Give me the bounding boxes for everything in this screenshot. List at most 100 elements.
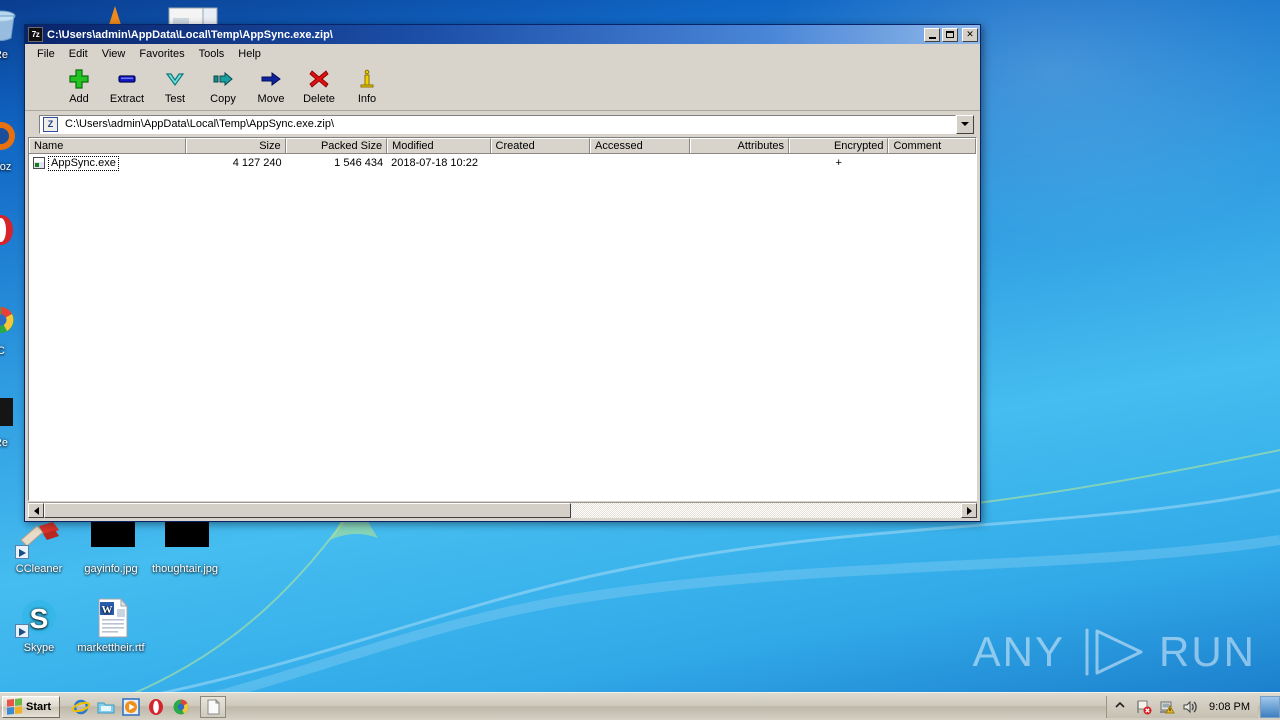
shortcut-overlay-icon [15,624,29,638]
info-icon [343,66,391,92]
address-text: C:\Users\admin\AppData\Local\Temp\AppSyn… [65,118,335,130]
rtf-file-icon: W [87,597,135,639]
adobe-reader-icon [0,392,25,434]
address-input[interactable]: Z C:\Users\admin\AppData\Local\Temp\AppS… [39,114,956,134]
toolbar-button-info[interactable]: Info [343,66,391,105]
desktop-icon-gayinfo-jpg[interactable]: gayinfo.jpg [74,518,148,575]
address-dropdown-button[interactable] [956,114,974,134]
file-list-empty-area[interactable] [29,172,976,500]
scroll-left-button[interactable] [28,503,44,518]
document-window-button[interactable] [200,695,227,718]
toolbar-button-extract[interactable]: Extract [103,66,151,105]
watermark-text-right: RUN [1159,628,1256,675]
file-name-label: AppSync.exe [48,155,119,171]
column-header-modified[interactable]: Modified [387,138,491,153]
toolbar-label: Delete [303,93,335,105]
toolbar-label: Copy [210,93,236,105]
toolbar-label: Extract [109,93,145,105]
arrow-right-icon [966,506,972,515]
show-hidden-icons-chevron[interactable] [1113,699,1129,715]
column-header-encrypted[interactable]: Encrypted [789,138,889,153]
menu-item-edit[interactable]: Edit [62,46,95,62]
minimize-button[interactable] [924,27,940,42]
desktop-icon-thoughtair-jpg[interactable]: thoughtair.jpg [148,518,222,575]
menu-item-favorites[interactable]: Favorites [132,46,191,62]
cell-modified: 2018-07-18 10:22 [391,157,478,169]
taskbar-clock[interactable]: 9:08 PM [1205,701,1254,713]
opera-icon [0,210,25,252]
media-player-icon[interactable] [122,697,140,716]
internet-explorer-icon[interactable] [71,698,91,716]
chevron-down-icon [151,66,199,92]
toolbar[interactable]: Add Extract Test Copy Move Delete Info [25,63,980,111]
desktop-icon-partial-cone[interactable] [100,4,130,24]
show-desktop-button[interactable] [1260,695,1280,718]
x-cross-icon [295,66,343,92]
file-list[interactable]: Name Size Packed Size Modified Created A… [28,137,977,501]
play-triangle-icon [1085,628,1143,676]
menu-item-help[interactable]: Help [231,46,268,62]
chevron-down-icon [961,122,969,126]
svg-text:W: W [102,604,113,616]
horizontal-scrollbar[interactable] [28,502,977,518]
address-bar[interactable]: Z C:\Users\admin\AppData\Local\Temp\AppS… [25,111,980,137]
start-button[interactable]: Start [2,695,61,718]
taskbar[interactable]: Start 9:08 PM [0,692,1280,720]
minimize-icon [928,36,936,39]
window-title: C:\Users\admin\AppData\Local\Temp\AppSyn… [47,28,333,41]
maximize-button[interactable] [942,27,958,42]
chrome-icon[interactable] [172,698,190,716]
toolbar-label: Test [164,93,186,105]
windows-explorer-icon[interactable] [97,698,115,716]
column-header-comment[interactable]: Comment [888,138,976,153]
scrollbar-track[interactable] [44,503,961,518]
skype-icon: S [15,597,63,639]
toolbar-button-delete[interactable]: Delete [295,66,343,105]
column-header-packed-size[interactable]: Packed Size [285,138,388,153]
executable-file-icon [33,157,45,169]
column-header-attributes[interactable]: Attributes [689,138,789,153]
desktop-icon-ccleaner[interactable]: CCleaner [2,518,76,575]
system-tray[interactable]: 9:08 PM [1106,695,1258,718]
svg-text:S: S [30,603,49,634]
menu-item-tools[interactable]: Tools [192,46,232,62]
close-button[interactable]: ✕ [962,27,978,42]
opera-icon[interactable] [147,698,165,716]
toolbar-button-copy[interactable]: Copy [199,66,247,105]
desktop-icon-skype[interactable]: S Skype [2,597,76,654]
desktop-icon-markettheir-rtf[interactable]: W markettheir.rtf [74,597,148,654]
anyrun-watermark: ANY RUN [973,626,1256,678]
desktop-icon-label: gayinfo.jpg [84,563,138,575]
start-label: Start [26,700,52,713]
menubar[interactable]: File Edit View Favorites Tools Help [25,44,980,63]
table-row[interactable]: AppSync.exe 4 127 240 1 546 434 2018-07-… [29,154,976,172]
action-center-flag-icon[interactable] [1136,699,1152,715]
image-file-icon [87,518,135,560]
toolbar-button-move[interactable]: Move [247,66,295,105]
column-header-name[interactable]: Name [29,138,187,153]
window-controls[interactable]: ✕ [924,27,978,42]
scrollbar-thumb[interactable] [44,503,572,518]
task-buttons[interactable] [200,695,227,718]
quick-launch-bar[interactable] [71,697,190,716]
menu-item-file[interactable]: File [30,46,62,62]
toolbar-label: Info [357,93,377,105]
scroll-right-button[interactable] [961,503,977,518]
arrow-left-icon [33,506,39,515]
menu-item-view[interactable]: View [95,46,133,62]
close-icon: ✕ [966,29,974,39]
toolbar-button-test[interactable]: Test [151,66,199,105]
cell-packed-size: 1 546 434 [334,157,384,169]
column-header-size[interactable]: Size [186,138,286,153]
desktop-icon-partial-top[interactable] [165,2,225,24]
column-header-created[interactable]: Created [490,138,591,153]
file-list-header[interactable]: Name Size Packed Size Modified Created A… [29,138,976,154]
column-header-accessed[interactable]: Accessed [590,138,690,153]
cell-size: 4 127 240 [232,157,282,169]
seven-zip-window[interactable]: 7z C:\Users\admin\AppData\Local\Temp\App… [24,24,981,522]
cell-name[interactable]: AppSync.exe [29,155,186,171]
window-titlebar[interactable]: 7z C:\Users\admin\AppData\Local\Temp\App… [25,25,980,44]
network-warning-icon[interactable] [1159,699,1175,715]
volume-icon[interactable] [1182,699,1198,715]
toolbar-button-add[interactable]: Add [55,66,103,105]
